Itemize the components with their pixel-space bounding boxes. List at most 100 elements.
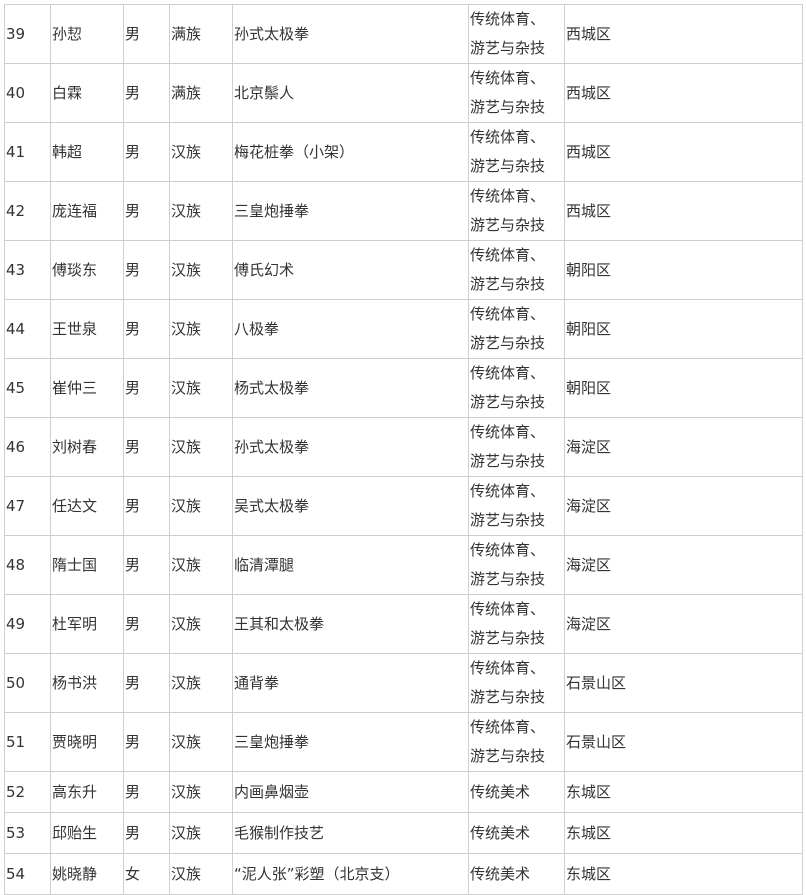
district-cell: 东城区 <box>564 812 803 854</box>
table-row: 49 杜军明男汉族 王其和太极拳 传统体育、 游艺与杂技 海淀区 <box>4 594 803 654</box>
table-row: 40 白霖男满族 北京鬃人 传统体育、 游艺与杂技 西城区 <box>4 63 803 123</box>
inheritor-name-cell: 孙恝 <box>50 4 124 64</box>
category-cell: 传统体育、 游艺与杂技 <box>468 358 565 418</box>
row-number-cell: 41 <box>4 122 51 182</box>
category-cell: 传统体育、游艺与杂技 <box>468 535 565 595</box>
row-number-cell: 50 <box>4 653 51 713</box>
district-cell: 西城区 <box>564 4 803 64</box>
table-row: 50 杨书洪男汉族 通背拳 传统体育、 游艺与杂技 石景山区 <box>4 653 803 713</box>
inheritor-name-cell: 姚晓静 <box>50 853 124 895</box>
gender-cell: 男 <box>123 594 170 654</box>
district-cell: 石景山区 <box>564 653 803 713</box>
row-number-cell: 46 <box>4 417 51 477</box>
category-line: 传统体育、 <box>470 128 546 146</box>
ethnicity-cell: 汉族 <box>169 535 233 595</box>
district-cell: 海淀区 <box>564 535 803 595</box>
gender-cell: 男 <box>123 417 170 477</box>
row-number-cell: 54 <box>4 853 51 895</box>
row-number-cell: 47 <box>4 476 51 536</box>
category-line: 游艺与杂技 <box>470 452 546 470</box>
project-name-cell: 三皇炮捶拳 <box>232 181 469 241</box>
category-line: 传统体育、 <box>470 659 546 677</box>
gender-cell: 男 <box>123 712 170 772</box>
row-number-cell: 40 <box>4 63 51 123</box>
district-cell: 东城区 <box>564 771 803 813</box>
district-cell: 海淀区 <box>564 417 803 477</box>
ethnicity-cell: 汉族 <box>169 771 233 813</box>
district-cell: 朝阳区 <box>564 299 803 359</box>
category-cell: 传统体育、 游艺与杂技 <box>468 712 565 772</box>
category-line: 传统体育、 <box>470 541 546 559</box>
inheritor-table: 39 孙恝男满族 孙式太极拳 传统体育、 游艺与杂技 西城区 40 白霖男满族 北京鬃人 传统体育… <box>4 4 803 895</box>
category-cell: 传统体育、 游艺与杂技 <box>468 476 565 536</box>
row-number-cell: 42 <box>4 181 51 241</box>
gender-cell: 男 <box>123 358 170 418</box>
project-name-cell: 三皇炮捶拳 <box>232 712 469 772</box>
category-line: 游艺与杂技 <box>470 570 546 588</box>
district-cell: 海淀区 <box>564 594 803 654</box>
category-cell: 传统体育、 游艺与杂技 <box>468 181 565 241</box>
ethnicity-cell: 汉族 <box>169 358 233 418</box>
gender-cell: 男 <box>123 771 170 813</box>
gender-cell: 女 <box>123 853 170 895</box>
category-cell: 传统体育、游艺与杂技 <box>468 653 565 713</box>
project-name-cell: 傅氏幻术 <box>232 240 469 300</box>
project-name-cell: 吴式太极拳 <box>232 476 469 536</box>
project-name-cell: 孙式太极拳 <box>232 4 469 64</box>
row-number-cell: 52 <box>4 771 51 813</box>
category-line: 传统美术 <box>470 782 531 801</box>
category-line: 游艺与杂技 <box>470 39 546 57</box>
category-line: 传统体育、 <box>470 423 546 441</box>
category-line: 传统体育、 <box>470 718 546 736</box>
row-number-cell: 39 <box>4 4 51 64</box>
gender-cell: 男 <box>123 299 170 359</box>
category-line: 游艺与杂技 <box>470 511 546 529</box>
table-body: 39 孙恝男满族 孙式太极拳 传统体育、 游艺与杂技 西城区 40 白霖男满族 北京鬃人 传统体育… <box>4 4 803 895</box>
category-line: 游艺与杂技 <box>470 629 546 647</box>
inheritor-name-cell: 任达文 <box>50 476 124 536</box>
category-cell: 传统体育、游艺与杂技 <box>468 122 565 182</box>
category-cell: 传统体育、 游艺与杂技 <box>468 63 565 123</box>
category-line: 传统体育、 <box>470 69 546 87</box>
inheritor-name-cell: 杜军明 <box>50 594 124 654</box>
row-number-cell: 53 <box>4 812 51 854</box>
project-name-cell: 八极拳 <box>232 299 469 359</box>
inheritor-name-cell: 刘树春 <box>50 417 124 477</box>
ethnicity-cell: 汉族 <box>169 476 233 536</box>
gender-cell: 男 <box>123 63 170 123</box>
category-cell: 传统体育、游艺与杂技 <box>468 4 565 64</box>
category-line: 游艺与杂技 <box>470 275 546 293</box>
ethnicity-cell: 汉族 <box>169 417 233 477</box>
category-line: 游艺与杂技 <box>470 393 546 411</box>
inheritor-name-cell: 邱贻生 <box>50 812 124 854</box>
category-line: 游艺与杂技 <box>470 688 546 706</box>
category-line: 游艺与杂技 <box>470 334 546 352</box>
inheritor-name-cell: 傅琰东 <box>50 240 124 300</box>
inheritor-name-cell: 白霖 <box>50 63 124 123</box>
inheritor-name-cell: 贾晓明 <box>50 712 124 772</box>
table-row: 44 王世泉男汉族 八极拳 传统体育、 游艺与杂技 朝阳区 <box>4 299 803 359</box>
ethnicity-cell: 满族 <box>169 4 233 64</box>
ethnicity-cell: 汉族 <box>169 653 233 713</box>
inheritor-name-cell: 崔仲三 <box>50 358 124 418</box>
table-row: 51 贾晓明男汉族 三皇炮捶拳 传统体育、 游艺与杂技 石景山区 <box>4 712 803 772</box>
gender-cell: 男 <box>123 535 170 595</box>
project-name-cell: 北京鬃人 <box>232 63 469 123</box>
category-line: 传统体育、 <box>470 10 546 28</box>
category-cell: 传统体育、 游艺与杂技 <box>468 240 565 300</box>
category-line: 传统美术 <box>470 823 531 842</box>
row-number-cell: 49 <box>4 594 51 654</box>
table-row: 48 隋士国男汉族 临清潭腿 传统体育、 游艺与杂技 海淀区 <box>4 535 803 595</box>
ethnicity-cell: 满族 <box>169 63 233 123</box>
table-row: 52 高东升男汉族 内画鼻烟壶 传统美术 东城区 <box>4 771 803 813</box>
category-line: 游艺与杂技 <box>470 157 546 175</box>
table-row: 53 邱贻生男汉族 毛猴制作技艺 传统美术 东城区 <box>4 812 803 854</box>
ethnicity-cell: 汉族 <box>169 853 233 895</box>
project-name-cell: 孙式太极拳 <box>232 417 469 477</box>
gender-cell: 男 <box>123 122 170 182</box>
table-row: 45 崔仲三男汉族 杨式太极拳 传统体育、 游艺与杂技 朝阳区 <box>4 358 803 418</box>
inheritor-name-cell: 杨书洪 <box>50 653 124 713</box>
row-number-cell: 45 <box>4 358 51 418</box>
inheritor-name-cell: 韩超 <box>50 122 124 182</box>
ethnicity-cell: 汉族 <box>169 181 233 241</box>
